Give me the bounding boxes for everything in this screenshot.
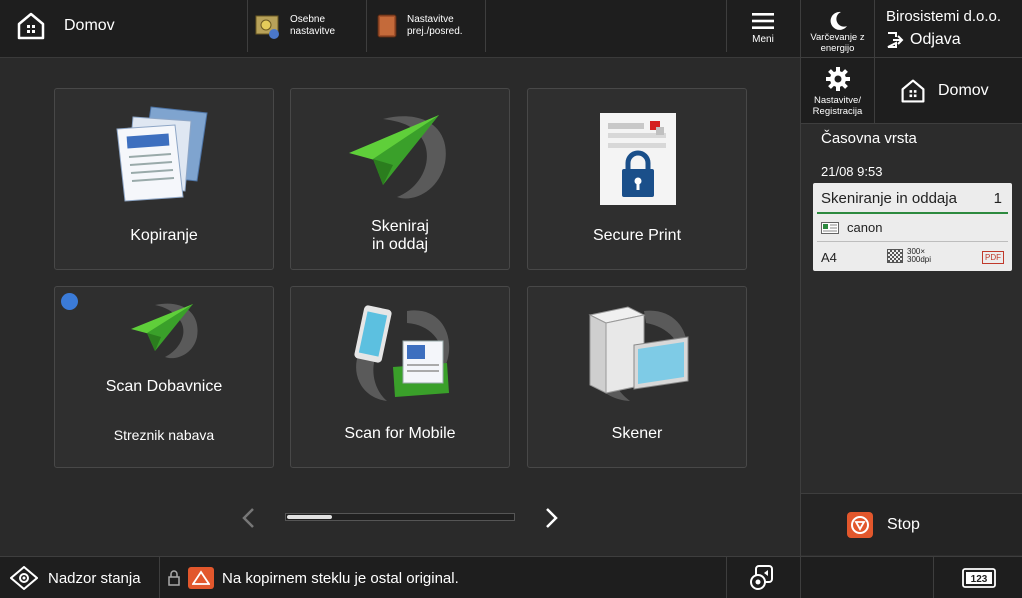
tile-scan-send[interactable]: Skeniraj in oddaj xyxy=(290,88,510,270)
settings-line1: Nastavitve/ xyxy=(813,94,861,106)
divider xyxy=(366,0,367,52)
lock-icon xyxy=(168,570,180,586)
shortcut1-line1: Osebne xyxy=(290,14,326,25)
company-name: Birosistemi d.o.o. xyxy=(886,8,1002,25)
secure-print-icon xyxy=(600,113,676,205)
divider xyxy=(933,557,934,598)
book-icon xyxy=(377,14,397,38)
scan-mobile-icon xyxy=(354,305,450,401)
logout-label: Odjava xyxy=(910,31,961,48)
job-resolution: 300× 300dpi xyxy=(887,248,931,264)
dpi-line2: 300dpi xyxy=(907,255,932,264)
divider xyxy=(485,0,486,52)
status-monitor-button[interactable]: Nadzor stanja xyxy=(0,557,160,598)
scan-send-line1: Skeniraj xyxy=(371,218,429,235)
logout-button[interactable]: Odjava xyxy=(886,31,961,49)
tile-scan-dobavnice-label: Scan Dobavnice xyxy=(105,378,223,395)
right-home-button[interactable]: Domov xyxy=(875,58,1022,124)
right-panel-row2: Nastavitve/Registracija Domov xyxy=(801,58,1022,124)
page-next-button[interactable] xyxy=(540,505,562,531)
status-message-text: Na kopirnem steklu je ostal original. xyxy=(222,569,459,587)
energy-saver-button[interactable]: Varčevanje z energijo xyxy=(801,0,875,58)
shortcut1-line2: nastavitve xyxy=(290,26,336,37)
shortcut2-line1: Nastavitve xyxy=(407,14,454,25)
tile-scan-dobavnice[interactable]: Scan Dobavnice Streznik nabava xyxy=(54,286,274,468)
divider xyxy=(817,241,1008,242)
tile-scan-dobavnice-sub: Streznik nabava xyxy=(113,427,215,443)
hamburger-icon xyxy=(752,12,774,29)
tile-copy[interactable]: Kopiranje xyxy=(54,88,274,270)
job-destination: canon xyxy=(821,220,882,235)
settings-registration-button[interactable]: Nastavitve/Registracija xyxy=(801,58,875,124)
gear-icon xyxy=(825,66,850,91)
address-card-icon xyxy=(821,221,839,234)
moon-icon xyxy=(830,11,847,30)
pdf-format-icon: PDF xyxy=(982,251,1004,264)
scanner-icon xyxy=(588,306,689,401)
notification-badge xyxy=(61,293,78,310)
home-button[interactable]: Domov xyxy=(0,0,245,52)
keypad-label: 123 xyxy=(971,574,988,585)
tile-copy-label: Kopiranje xyxy=(130,227,198,244)
energy-line2: energijo xyxy=(820,43,855,54)
tile-skener[interactable]: Skener xyxy=(527,286,747,468)
tile-scan-mobile[interactable]: Scan for Mobile xyxy=(290,286,510,468)
copy-icon xyxy=(116,106,208,202)
tile-secure-print[interactable]: Secure Print xyxy=(527,88,747,270)
page-indicator-thumb xyxy=(287,515,332,519)
tile-scan-send-label: Skeniraj in oddaj xyxy=(291,218,509,254)
warning-icon xyxy=(188,567,214,589)
tile-secure-print-label: Secure Print xyxy=(592,227,682,244)
right-home-label: Domov xyxy=(938,82,989,99)
scan-send-line2: in oddaj xyxy=(371,236,429,253)
timeline-title: Časovna vrsta xyxy=(821,130,917,147)
right-panel: Varčevanje z energijo Birosistemi d.o.o. … xyxy=(800,0,1022,598)
job-paper-size: A4 xyxy=(821,250,837,265)
eye-icon xyxy=(10,566,38,590)
stop-label: Stop xyxy=(887,515,920,533)
logout-icon xyxy=(887,32,904,48)
job-title: Skeniranje in oddaja xyxy=(821,190,957,207)
job-destination-label: canon xyxy=(847,220,883,235)
tile-scan-mobile-label: Scan for Mobile xyxy=(344,425,456,442)
keypad-icon[interactable]: 123 xyxy=(962,568,996,588)
job-count: 1 xyxy=(993,190,1002,207)
paper-plane-icon xyxy=(131,303,198,359)
stop-icon xyxy=(847,511,873,538)
status-message[interactable]: Na kopirnem steklu je ostal original. xyxy=(168,557,459,598)
settings-line2: Registracija xyxy=(812,105,863,117)
stop-button[interactable]: Stop xyxy=(801,493,1022,555)
menu-label: Meni xyxy=(752,33,774,45)
page-indicator xyxy=(285,513,515,521)
right-panel-top: Varčevanje z energijo Birosistemi d.o.o. … xyxy=(801,0,1022,58)
status-bar: Nadzor stanja Na kopirnem steklu je osta… xyxy=(0,556,1022,598)
home-label: Domov xyxy=(64,17,115,34)
top-bar: Domov Osebne nastavitve Nastavitve prej./p… xyxy=(0,0,800,58)
resolution-icon xyxy=(887,249,903,263)
home-icon xyxy=(17,12,45,40)
personal-settings-icon xyxy=(255,15,279,39)
divider xyxy=(800,557,801,598)
menu-button[interactable]: Meni xyxy=(726,0,800,56)
job-progress-line xyxy=(817,212,1008,214)
page-prev-button[interactable] xyxy=(238,505,260,531)
shortcut2-line2: prej./posred. xyxy=(407,26,463,37)
send-settings-button[interactable]: Nastavitve prej./posred. xyxy=(375,0,485,52)
tile-skener-label: Skener xyxy=(611,425,663,442)
settings-shortcut-icon[interactable] xyxy=(748,564,778,592)
personal-settings-button[interactable]: Osebne nastavitve xyxy=(254,0,364,52)
job-card[interactable]: Skeniranje in oddaja 1 canon A4 300× 300d… xyxy=(813,183,1012,271)
energy-line1: Varčevanje z xyxy=(810,32,865,43)
status-monitor-label: Nadzor stanja xyxy=(48,569,141,587)
timeline-time: 21/08 9:53 xyxy=(821,164,883,179)
home-icon xyxy=(901,79,925,103)
divider xyxy=(247,0,248,52)
paper-plane-icon xyxy=(349,115,446,199)
divider xyxy=(726,557,727,598)
